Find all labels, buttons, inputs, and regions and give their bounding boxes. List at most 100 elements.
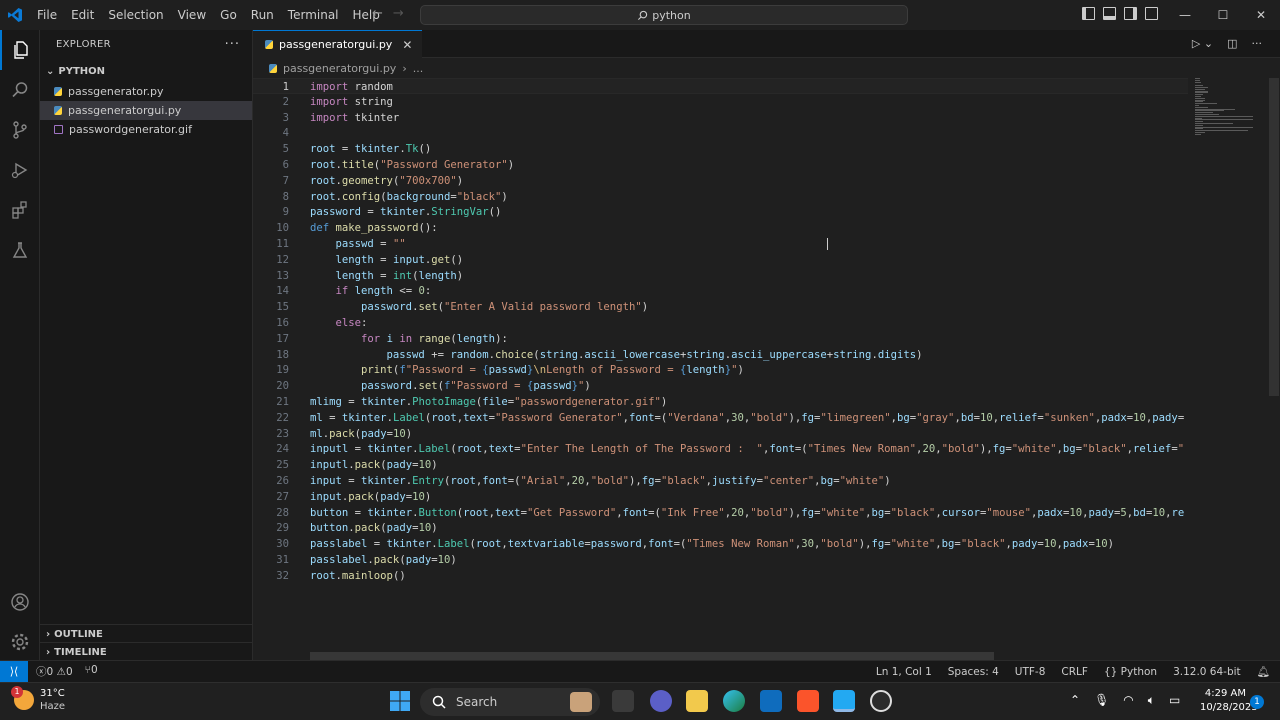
minimap[interactable] [1191,78,1267,138]
code-line[interactable]: 27 input.pack(pady=10) [253,489,1188,505]
file-encoding[interactable]: UTF-8 [1015,666,1046,678]
horizontal-scrollbar[interactable] [310,652,994,660]
outline-section[interactable]: › OUTLINE [40,624,253,643]
code-line[interactable]: 20 password.set(f"Password = {passwd}") [253,378,1188,394]
code-line[interactable]: 30 passlabel = tkinter.Label(root,textvar… [253,536,1188,552]
extensions-icon[interactable] [0,190,40,230]
forward-arrow-icon[interactable]: → [393,6,404,21]
start-windows-icon[interactable] [389,690,411,712]
breadcrumb-more[interactable]: ... [413,62,424,75]
notification-badge[interactable]: 1 [1250,695,1264,709]
code-line[interactable]: 13 length = int(length) [253,268,1188,284]
menu-file[interactable]: File [30,0,64,30]
wifi-icon[interactable]: ◠ [1123,693,1133,708]
split-editor-icon[interactable]: ◫ [1227,37,1237,50]
code-line[interactable]: 15 password.set("Enter A Valid password … [253,299,1188,315]
speaker-icon[interactable]: 🔈︎ [1148,693,1155,708]
source-control-icon[interactable] [0,110,40,150]
maximize-icon[interactable]: ☐ [1204,0,1242,30]
explorer-icon[interactable] [0,30,40,70]
clock[interactable]: 4:29 AM 10/28/2023 [1200,687,1258,715]
code-line[interactable]: 23 ml.pack(pady=10) [253,426,1188,442]
code-line[interactable]: 7 root.geometry("700x700") [253,173,1188,189]
remote-indicator-icon[interactable]: ⟩⟨ [0,661,28,682]
timeline-section[interactable]: › TIMELINE [40,642,253,661]
code-line[interactable]: 16 else: [253,315,1188,331]
code-line[interactable]: 29 button.pack(pady=10) [253,520,1188,536]
run-python-file-icon[interactable]: ▷ ⌄ [1192,37,1213,50]
tab-passgeneratorgui[interactable]: passgeneratorgui.py ✕ [253,30,423,58]
code-line[interactable]: 3 import tkinter [253,110,1188,126]
code-line[interactable]: 10 def make_password(): [253,220,1188,236]
menu-go[interactable]: Go [213,0,244,30]
workspace-folder[interactable]: ⌄ PYTHON [40,60,252,82]
language-mode[interactable]: {} Python [1104,666,1157,678]
code-line[interactable]: 25 inputl.pack(pady=10) [253,457,1188,473]
brave-browser-icon[interactable] [797,690,819,712]
code-line[interactable]: 11 passwd = "" [253,236,1188,252]
accounts-icon[interactable] [0,582,40,622]
code-line[interactable]: 22 ml = tkinter.Label(root,text="Password… [253,410,1188,426]
menu-run[interactable]: Run [244,0,281,30]
testing-flask-icon[interactable] [0,230,40,270]
ports-indicator[interactable]: ⑂0 [85,664,98,679]
chat-icon[interactable] [650,690,672,712]
code-line[interactable]: 6 root.title("Password Generator") [253,157,1188,173]
command-center[interactable]: python [420,5,908,25]
code-line[interactable]: 19 print(f"Password = {passwd}\nLength o… [253,362,1188,378]
file-item-passwordgenerator-gif[interactable]: passwordgenerator.gif [40,120,252,139]
code-line[interactable]: 18 passwd += random.choice(string.ascii_… [253,347,1188,363]
code-line[interactable]: 2 import string [253,94,1188,110]
code-line[interactable]: 28 button = tkinter.Button(root,text="Get… [253,505,1188,521]
code-line[interactable]: 12 length = input.get() [253,252,1188,268]
close-tab-icon[interactable]: ✕ [402,38,412,52]
manage-gear-icon[interactable] [0,622,40,662]
code-line[interactable]: 9 password = tkinter.StringVar() [253,204,1188,220]
close-window-icon[interactable]: ✕ [1242,0,1280,30]
code-line[interactable]: 5 root = tkinter.Tk() [253,141,1188,157]
menu-selection[interactable]: Selection [101,0,170,30]
code-line[interactable]: 8 root.config(background="black") [253,189,1188,205]
code-line[interactable]: 21 mlimg = tkinter.PhotoImage(file="passw… [253,394,1188,410]
search-view-icon[interactable] [0,70,40,110]
code-line[interactable]: 14 if length <= 0: [253,283,1188,299]
python-interpreter[interactable]: 3.12.0 64-bit [1173,666,1241,678]
toggle-primary-sidebar-icon[interactable] [1082,7,1095,20]
customize-layout-icon[interactable] [1145,7,1158,20]
breadcrumb-file[interactable]: passgeneratorgui.py [283,62,396,75]
file-explorer-icon[interactable] [686,690,708,712]
obs-icon[interactable] [870,690,892,712]
code-line[interactable]: 24 inputl = tkinter.Label(root,text="Ente… [253,441,1188,457]
code-editor[interactable]: 1 import random 2 import string 3 import tkin… [253,78,1188,658]
file-item-passgeneratorgui[interactable]: passgeneratorgui.py [40,101,252,120]
edge-browser-icon[interactable] [723,690,745,712]
more-actions-icon[interactable]: ··· [225,37,240,52]
vertical-scrollbar[interactable] [1269,78,1279,396]
run-debug-icon[interactable] [0,150,40,190]
more-editor-actions-icon[interactable]: ··· [1252,37,1263,50]
store-icon[interactable] [760,690,782,712]
code-line[interactable]: 1 import random [253,78,1188,94]
task-view-icon[interactable] [612,690,634,712]
microphone-icon[interactable]: 🎙︎ [1094,693,1109,708]
indentation[interactable]: Spaces: 4 [948,666,999,678]
code-line[interactable]: 4 [253,125,1188,141]
file-item-passgenerator[interactable]: passgenerator.py [40,82,252,101]
battery-icon[interactable]: ▭ [1169,693,1180,708]
problems-indicator[interactable]: ⓧ0 ⚠0 [36,664,73,679]
code-line[interactable]: 26 input = tkinter.Entry(root,font=("Aria… [253,473,1188,489]
end-of-line[interactable]: CRLF [1061,666,1088,678]
back-arrow-icon[interactable]: ← [372,6,383,21]
show-hidden-icons-icon[interactable]: ⌃ [1070,693,1080,708]
code-line[interactable]: 31 passlabel.pack(pady=10) [253,552,1188,568]
weather-widget[interactable]: 1 31°C Haze [11,686,65,713]
toggle-panel-icon[interactable] [1103,7,1116,20]
cursor-position[interactable]: Ln 1, Col 1 [876,666,932,678]
taskbar-search[interactable]: Search [420,688,600,716]
minimize-icon[interactable]: — [1166,0,1204,30]
notifications-bell-icon[interactable]: 🔔︎ [1257,665,1270,678]
toggle-secondary-sidebar-icon[interactable] [1124,7,1137,20]
code-line[interactable]: 17 for i in range(length): [253,331,1188,347]
vscode-taskbar-icon[interactable] [833,690,855,712]
menu-view[interactable]: View [171,0,213,30]
